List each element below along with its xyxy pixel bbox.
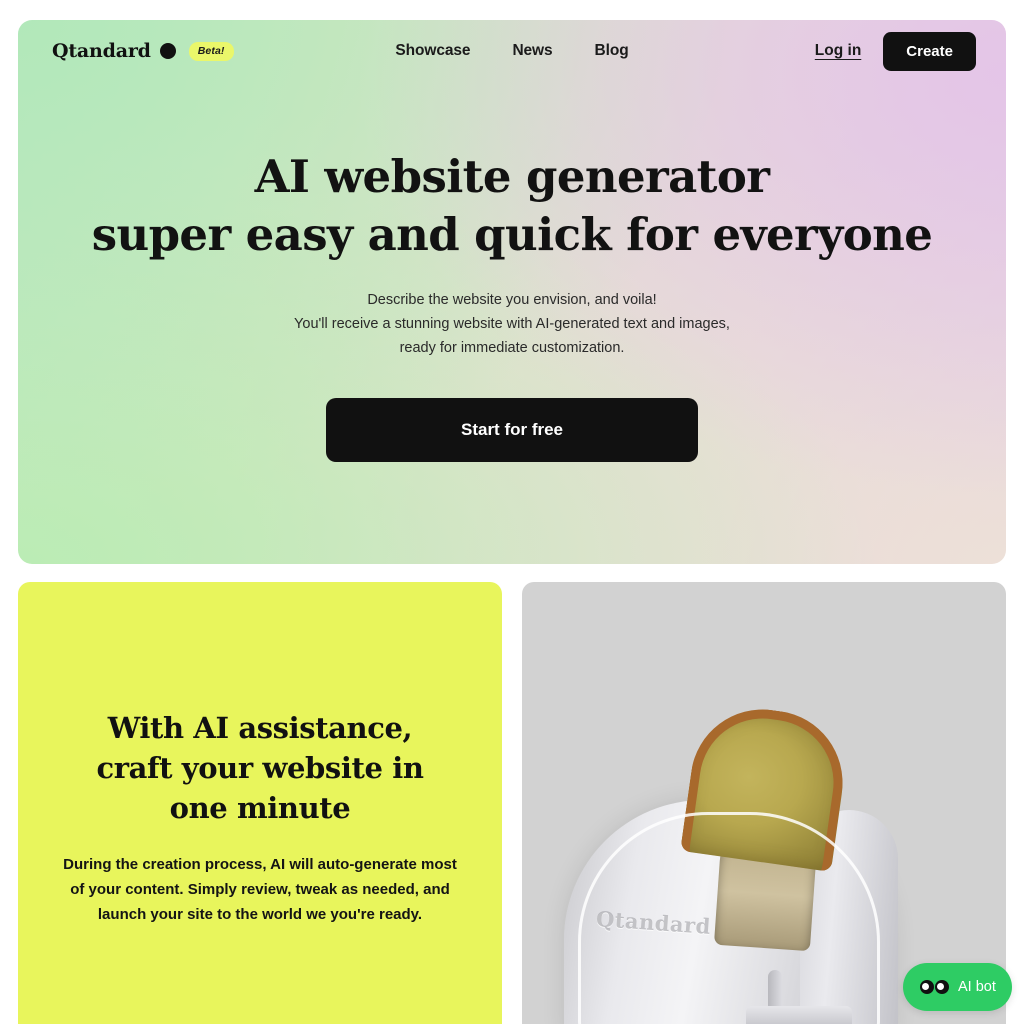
nav-actions: Log in Create <box>815 31 976 71</box>
hero-subtitle-line-1: Describe the website you envision, and v… <box>367 292 657 308</box>
eye-right <box>935 980 949 994</box>
nav-item-news[interactable]: News <box>512 42 552 60</box>
googly-eyes-icon <box>920 980 949 994</box>
ai-bot-label: AI bot <box>958 979 996 995</box>
create-button[interactable]: Create <box>883 31 976 71</box>
hero-subtitle-line-3: ready for immediate customization. <box>399 340 625 356</box>
eye-left <box>920 980 934 994</box>
page-root: Qtandard Beta! Showcase News Blog Log in… <box>0 0 1024 1024</box>
feature-card-title: With AI assistance, craft your website i… <box>96 708 423 828</box>
image-card: Qtandard <box>522 582 1006 1024</box>
ai-bot-widget[interactable]: AI bot <box>903 963 1012 1011</box>
toaster-tray <box>746 1006 852 1024</box>
toaster-illustration: Qtandard <box>522 582 1006 1024</box>
feature-title-line-2: craft your website in <box>96 751 424 785</box>
top-navbar: Qtandard Beta! Showcase News Blog Log in… <box>18 20 1006 82</box>
feature-card-body: During the creation process, AI will aut… <box>63 856 457 923</box>
feature-title-line-1: With AI assistance, <box>107 711 413 745</box>
feature-card: With AI assistance, craft your website i… <box>18 582 502 1024</box>
login-link[interactable]: Log in <box>815 42 862 60</box>
start-for-free-button[interactable]: Start for free <box>326 398 698 462</box>
hero-content: AI website generator super easy and quic… <box>18 148 1006 462</box>
nav-item-blog[interactable]: Blog <box>595 42 629 60</box>
nav-item-showcase[interactable]: Showcase <box>395 42 470 60</box>
page-title: AI website generator super easy and quic… <box>18 148 1006 264</box>
feature-title-line-3: one minute <box>169 791 351 825</box>
hero-title-line-2: super easy and quick for everyone <box>91 208 933 261</box>
hero-title-line-1: AI website generator <box>254 150 770 203</box>
hero-section: Qtandard Beta! Showcase News Blog Log in… <box>18 20 1006 564</box>
hero-subtitle-line-2: You'll receive a stunning website with A… <box>294 316 730 332</box>
hero-subtitle: Describe the website you envision, and v… <box>18 288 1006 360</box>
